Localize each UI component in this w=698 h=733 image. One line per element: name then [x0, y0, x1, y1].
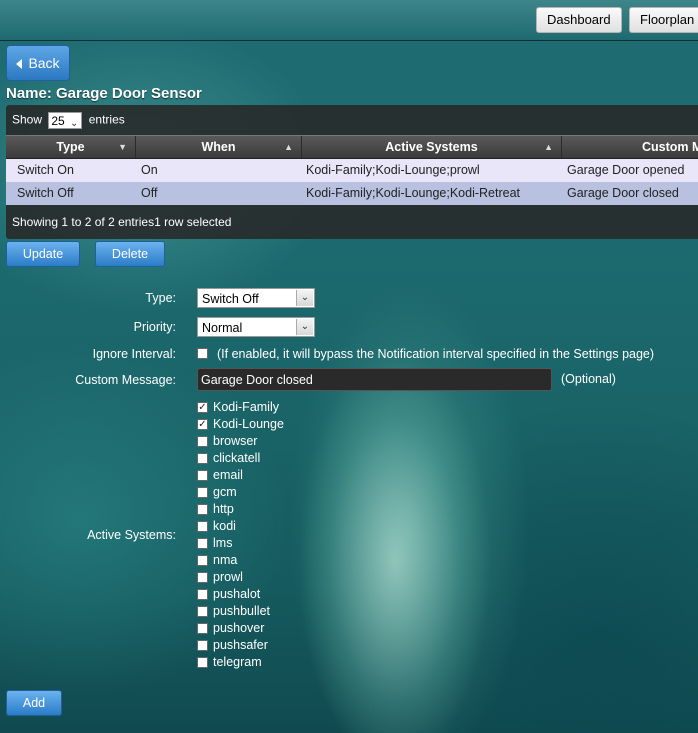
- column-header-when[interactable]: When ▲: [136, 136, 302, 158]
- delete-button[interactable]: Delete: [95, 241, 165, 267]
- system-label: pushalot: [213, 587, 261, 601]
- type-select[interactable]: Switch Off ⌄: [197, 288, 315, 308]
- optional-hint: (Optional): [561, 372, 616, 386]
- system-label: http: [213, 502, 234, 516]
- chevron-down-icon: ⌄: [296, 319, 313, 335]
- top-bar: Dashboard Floorplan: [0, 0, 698, 41]
- cell-systems: Kodi-Family;Kodi-Lounge;prowl: [306, 163, 480, 177]
- cell-when: On: [141, 163, 158, 177]
- system-label: browser: [213, 434, 258, 448]
- system-checkbox[interactable]: [197, 572, 208, 583]
- priority-label: Priority:: [133, 320, 176, 334]
- column-header-custom-message[interactable]: Custom Message: [562, 136, 698, 158]
- table-header: Type ▼ When ▲ Active Systems ▲ Custom Me…: [6, 135, 698, 159]
- priority-select-value: Normal: [202, 321, 243, 335]
- system-checkbox[interactable]: [197, 470, 208, 481]
- update-button[interactable]: Update: [6, 241, 80, 267]
- cell-message: Garage Door opened: [567, 163, 685, 177]
- system-checkbox[interactable]: [197, 555, 208, 566]
- system-checkbox[interactable]: [197, 504, 208, 515]
- custom-message-input[interactable]: Garage Door closed: [197, 368, 552, 391]
- system-checkbox[interactable]: [197, 538, 208, 549]
- system-checkbox[interactable]: [197, 606, 208, 617]
- sort-icon: ▲: [284, 142, 293, 152]
- system-label: Kodi-Family: [213, 400, 279, 414]
- entries-per-page-select[interactable]: 25 ⌄: [48, 112, 83, 129]
- column-header-type[interactable]: Type ▼: [6, 136, 136, 158]
- column-label: Custom Message: [642, 140, 698, 154]
- cell-systems: Kodi-Family;Kodi-Lounge;Kodi-Retreat: [306, 186, 520, 200]
- table-row-selected[interactable]: Switch Off Off Kodi-Family;Kodi-Lounge;K…: [6, 182, 698, 205]
- back-button-label: Back: [28, 55, 60, 71]
- cell-type: Switch On: [17, 163, 74, 177]
- priority-select[interactable]: Normal ⌄: [197, 317, 315, 337]
- ignore-interval-checkbox[interactable]: [197, 348, 208, 359]
- table-row[interactable]: Switch On On Kodi-Family;Kodi-Lounge;pro…: [6, 159, 698, 182]
- system-label: pushover: [213, 621, 265, 635]
- notifications-table: Show 25 ⌄ entries Type ▼ When ▲ Active Sy…: [6, 105, 698, 239]
- system-checkbox[interactable]: ✓: [197, 419, 208, 430]
- type-select-value: Switch Off: [202, 292, 259, 306]
- show-label: Show: [12, 112, 43, 127]
- column-label: Active Systems: [385, 140, 478, 154]
- chevron-down-icon: ⌄: [296, 290, 313, 306]
- system-checkbox[interactable]: [197, 487, 208, 498]
- system-label: pushbullet: [213, 604, 270, 618]
- system-checkbox[interactable]: [197, 436, 208, 447]
- system-label: pushsafer: [213, 638, 268, 652]
- column-label: When: [201, 140, 236, 154]
- floorplan-button[interactable]: Floorplan: [629, 7, 698, 33]
- sort-desc-icon: ▼: [118, 142, 127, 152]
- ignore-interval-hint: (If enabled, it will bypass the Notifica…: [217, 347, 655, 361]
- page-title: Name: Garage Door Sensor: [6, 85, 202, 102]
- entries-per-page-value: 25: [51, 114, 65, 128]
- system-checkbox[interactable]: [197, 453, 208, 464]
- system-label: gcm: [213, 485, 237, 499]
- table-info: Showing 1 to 2 of 2 entries1 row selecte…: [12, 215, 232, 229]
- back-button[interactable]: Back: [6, 45, 70, 81]
- system-checkbox[interactable]: [197, 589, 208, 600]
- ignore-interval-label: Ignore Interval:: [92, 347, 176, 361]
- system-checkbox[interactable]: [197, 640, 208, 651]
- cell-message: Garage Door closed: [567, 186, 679, 200]
- system-label: telegram: [213, 655, 262, 669]
- column-header-active-systems[interactable]: Active Systems ▲: [302, 136, 562, 158]
- custom-message-label: Custom Message:: [75, 373, 176, 387]
- column-label: Type: [56, 140, 85, 154]
- entries-label: entries: [88, 112, 125, 127]
- system-label: Kodi-Lounge: [213, 417, 284, 431]
- system-checkbox[interactable]: [197, 657, 208, 668]
- system-checkbox[interactable]: [197, 521, 208, 532]
- sort-icon: ▲: [544, 142, 553, 152]
- system-label: nma: [213, 553, 238, 567]
- system-label: kodi: [213, 519, 236, 533]
- active-systems-label: Active Systems:: [87, 528, 176, 542]
- dashboard-button[interactable]: Dashboard: [536, 7, 622, 33]
- system-checkbox[interactable]: ✓: [197, 402, 208, 413]
- add-button[interactable]: Add: [6, 690, 62, 716]
- system-checkbox[interactable]: [197, 623, 208, 634]
- show-entries: Show 25 ⌄ entries: [12, 112, 125, 129]
- system-label: clickatell: [213, 451, 261, 465]
- chevron-down-icon: ⌄: [69, 118, 79, 129]
- system-label: prowl: [213, 570, 243, 584]
- cell-type: Switch Off: [17, 186, 74, 200]
- cell-when: Off: [141, 186, 158, 200]
- system-label: lms: [213, 536, 233, 550]
- back-arrow-icon: [16, 59, 23, 70]
- type-label: Type:: [145, 291, 176, 305]
- system-label: email: [213, 468, 243, 482]
